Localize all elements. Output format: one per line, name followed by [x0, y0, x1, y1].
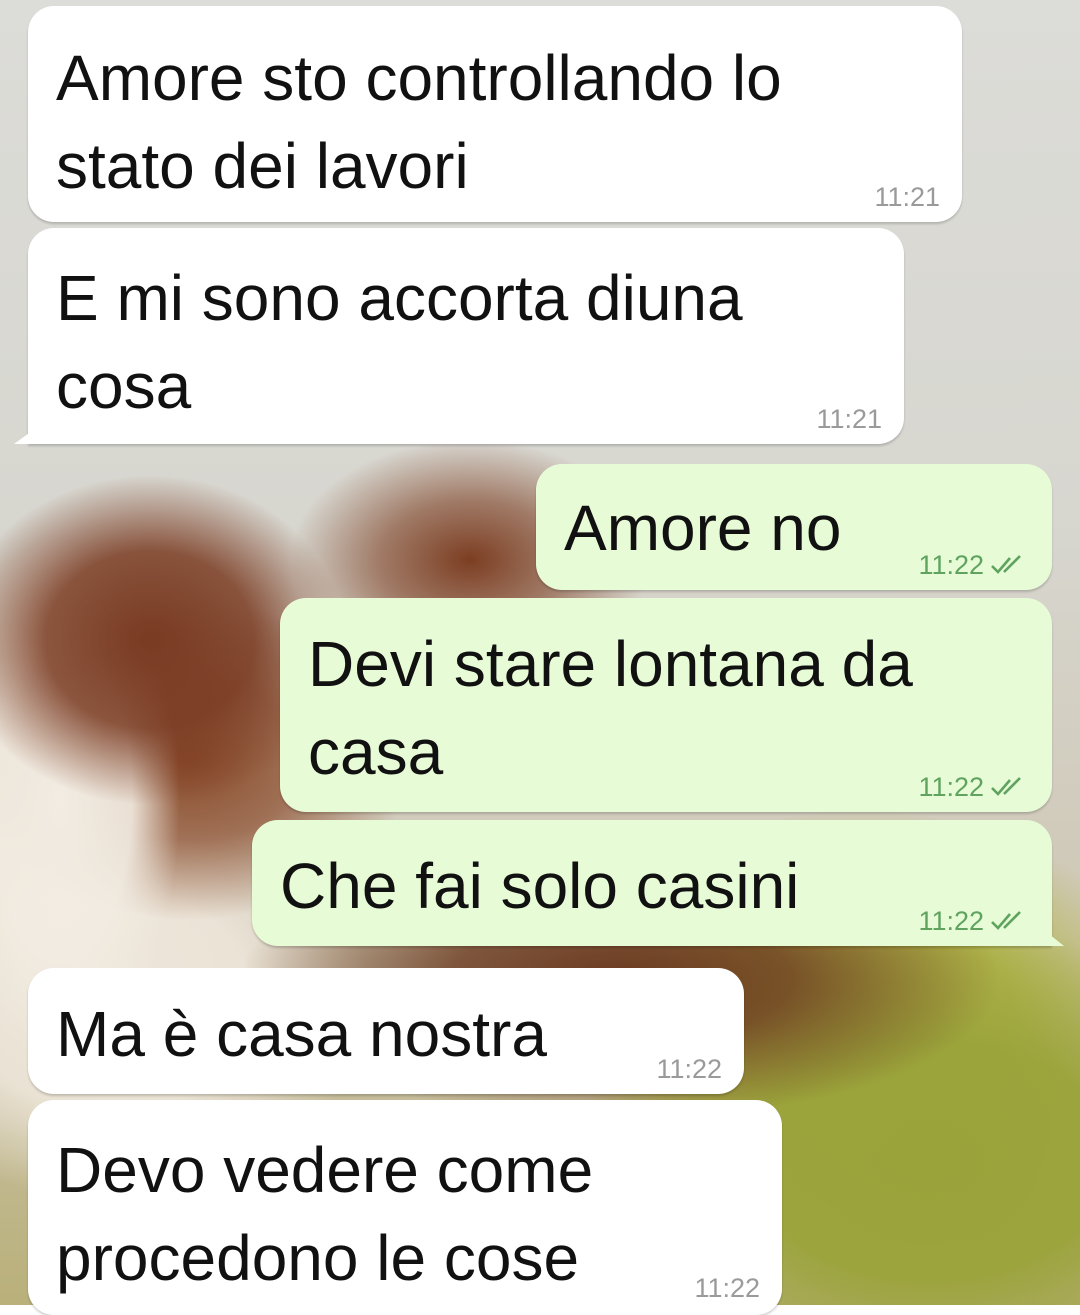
incoming-message[interactable]: E mi sono accorta diuna cosa 11:21: [14, 228, 904, 444]
message-text: Ma è casa nostra: [56, 998, 547, 1070]
outgoing-message[interactable]: Amore no 11:22: [536, 464, 1052, 590]
message-time: 11:22: [694, 1273, 760, 1303]
message-meta: 11:21: [874, 182, 940, 212]
message-meta: 11:22: [918, 772, 1030, 802]
message-meta: 11:22: [918, 906, 1030, 936]
bubble-tail: [1044, 930, 1064, 946]
chat-message-list[interactable]: Amore sto controllando lo stato dei lavo…: [0, 0, 1080, 1315]
outgoing-message[interactable]: Devi stare lontana da casa 11:22: [280, 598, 1052, 812]
double-check-icon: [991, 555, 1021, 574]
bubble-tail: [14, 428, 36, 444]
message-text: Amore no: [564, 492, 842, 564]
message-text: E mi sono accorta diuna cosa: [56, 262, 743, 422]
double-check-icon: [991, 777, 1021, 796]
message-meta: 11:22: [918, 550, 1030, 580]
message-text: Amore sto controllando lo stato dei lavo…: [56, 42, 782, 202]
message-time: 11:22: [918, 906, 984, 936]
incoming-message[interactable]: Ma è casa nostra 11:22: [28, 968, 744, 1094]
message-text: Che fai solo casini: [280, 850, 800, 922]
message-time: 11:21: [816, 404, 882, 434]
incoming-message[interactable]: Amore sto controllando lo stato dei lavo…: [28, 6, 962, 222]
outgoing-message[interactable]: Che fai solo casini 11:22: [252, 820, 1064, 946]
message-meta: 11:21: [816, 404, 882, 434]
message-text: Devi stare lontana da casa: [308, 628, 913, 788]
message-time: 11:22: [656, 1054, 722, 1084]
message-time: 11:22: [918, 550, 984, 580]
incoming-message[interactable]: Devo vedere come procedono le cose 11:22: [28, 1100, 782, 1315]
message-meta: 11:22: [656, 1054, 722, 1084]
message-meta: 11:22: [694, 1273, 760, 1303]
message-time: 11:22: [918, 772, 984, 802]
message-time: 11:21: [874, 182, 940, 212]
message-text: Devo vedere come procedono le cose: [56, 1134, 594, 1294]
double-check-icon: [991, 911, 1021, 930]
